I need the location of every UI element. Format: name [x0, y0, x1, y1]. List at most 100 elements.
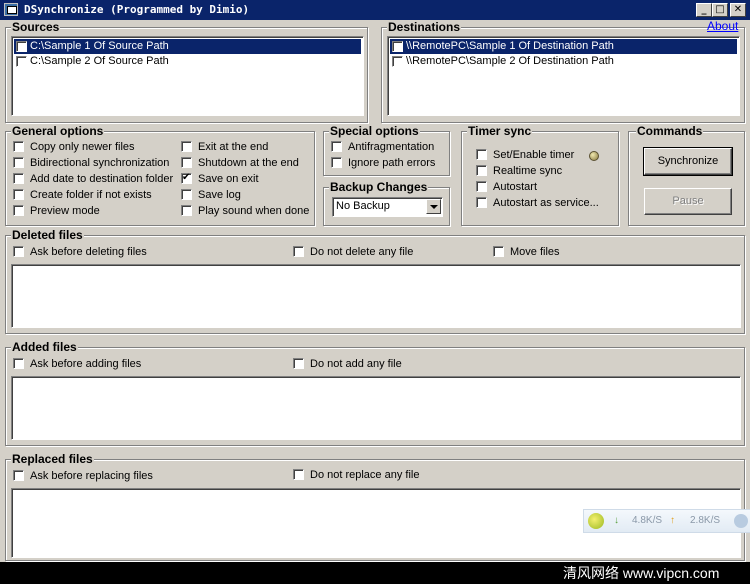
copy-newer-label: Copy only newer files: [30, 141, 135, 153]
autostart-checkbox[interactable]: [476, 181, 487, 192]
watermark-text: 清风网络 www.vipcn.com: [563, 565, 720, 581]
destination-item-checkbox[interactable]: [392, 56, 403, 67]
bidirectional-checkbox[interactable]: [13, 157, 24, 168]
save-on-exit-label: Save on exit: [198, 173, 259, 185]
do-not-delete-checkbox[interactable]: [293, 246, 304, 257]
deleted-files-title: Deleted files: [11, 228, 84, 242]
ask-before-adding-checkbox[interactable]: [13, 358, 24, 369]
pause-button[interactable]: Pause: [644, 188, 732, 215]
add-date-label: Add date to destination folder: [30, 173, 174, 185]
source-item-path: C:\Sample 1 Of Source Path: [30, 40, 169, 52]
timer-sync-title: Timer sync: [467, 124, 533, 138]
sources-title: Sources: [11, 20, 61, 34]
title-bar[interactable]: DSynchronize (Programmed by Dimio) _ □ ✕: [0, 0, 750, 20]
exit-at-end-label: Exit at the end: [198, 141, 269, 153]
do-not-replace-checkbox[interactable]: [293, 469, 304, 480]
source-item[interactable]: C:\Sample 2 Of Source Path: [14, 54, 361, 69]
destination-item-path: \\RemotePC\Sample 1 Of Destination Path: [406, 40, 614, 52]
save-log-checkbox[interactable]: [181, 189, 192, 200]
timer-icon[interactable]: [589, 151, 599, 161]
backup-changes-group: Backup Changes No Backup: [323, 180, 450, 226]
chevron-down-icon[interactable]: [426, 199, 441, 214]
copy-newer-checkbox[interactable]: [13, 141, 24, 152]
about-link[interactable]: About: [707, 19, 738, 33]
sources-group: Sources C:\Sample 1 Of Source Path C:\Sa…: [5, 20, 368, 123]
ignore-path-errors-label: Ignore path errors: [348, 157, 436, 169]
deleted-files-group: Deleted files Ask before deleting files …: [5, 228, 745, 334]
ask-before-deleting-checkbox[interactable]: [13, 246, 24, 257]
save-on-exit-checkbox[interactable]: [181, 171, 192, 185]
do-not-delete-label: Do not delete any file: [310, 246, 414, 258]
general-options-group: General options Copy only newer files Bi…: [5, 124, 315, 226]
autostart-label: Autostart: [493, 181, 538, 193]
deleted-files-list[interactable]: [11, 264, 741, 328]
backup-select-value: No Backup: [336, 200, 390, 212]
destinations-group: Destinations About \\RemotePC\Sample 1 O…: [381, 19, 745, 123]
browser-icon: [734, 514, 748, 528]
add-date-checkbox[interactable]: [13, 173, 24, 184]
app-icon: [4, 3, 18, 16]
ignore-path-errors-checkbox[interactable]: [331, 157, 342, 168]
ask-before-adding-label: Ask before adding files: [30, 358, 142, 370]
exit-at-end-checkbox[interactable]: [181, 141, 192, 152]
shutdown-label: Shutdown at the end: [198, 157, 299, 169]
destination-item[interactable]: \\RemotePC\Sample 2 Of Destination Path: [390, 54, 737, 69]
autostart-service-label: Autostart as service...: [493, 197, 599, 209]
set-timer-checkbox[interactable]: [476, 149, 487, 160]
upload-arrow-icon: ↑: [670, 515, 675, 526]
destination-item-path: \\RemotePC\Sample 2 Of Destination Path: [406, 55, 614, 67]
realtime-sync-checkbox[interactable]: [476, 165, 487, 176]
upload-speed: 2.8K/S: [690, 515, 721, 526]
create-folder-label: Create folder if not exists: [30, 189, 152, 201]
minimize-button[interactable]: _: [696, 3, 712, 17]
maximize-button[interactable]: □: [712, 3, 728, 17]
download-arrow-icon: ↓: [614, 515, 619, 526]
watermark-bar: 清风网络 www.vipcn.com: [0, 562, 750, 584]
replaced-files-title: Replaced files: [11, 452, 94, 466]
source-item-checkbox[interactable]: [16, 56, 27, 67]
special-options-group: Special options Antifragmentation Ignore…: [323, 124, 450, 176]
source-item[interactable]: C:\Sample 1 Of Source Path: [14, 39, 361, 54]
ask-before-replacing-label: Ask before replacing files: [30, 470, 153, 482]
move-files-label: Move files: [510, 246, 560, 258]
backup-select[interactable]: No Backup: [332, 197, 443, 217]
commands-group: Commands Synchronize Pause: [628, 124, 745, 226]
destination-item-checkbox[interactable]: [392, 41, 403, 52]
shutdown-checkbox[interactable]: [181, 157, 192, 168]
antifragmentation-checkbox[interactable]: [331, 141, 342, 152]
realtime-sync-label: Realtime sync: [493, 165, 563, 177]
ask-before-deleting-label: Ask before deleting files: [30, 246, 147, 258]
added-files-group: Added files Ask before adding files Do n…: [5, 340, 745, 446]
do-not-add-checkbox[interactable]: [293, 358, 304, 369]
sources-list[interactable]: C:\Sample 1 Of Source Path C:\Sample 2 O…: [11, 36, 364, 116]
window-title: DSynchronize (Programmed by Dimio): [24, 3, 250, 16]
close-button[interactable]: ✕: [730, 3, 746, 17]
destination-item[interactable]: \\RemotePC\Sample 1 Of Destination Path: [390, 39, 737, 54]
play-sound-checkbox[interactable]: [181, 205, 192, 216]
preview-mode-checkbox[interactable]: [13, 205, 24, 216]
create-folder-checkbox[interactable]: [13, 189, 24, 200]
autostart-service-checkbox[interactable]: [476, 197, 487, 208]
download-speed: 4.8K/S: [632, 515, 663, 526]
backup-changes-title: Backup Changes: [329, 180, 429, 194]
ask-before-replacing-checkbox[interactable]: [13, 470, 24, 481]
special-options-title: Special options: [329, 124, 420, 138]
general-options-title: General options: [11, 124, 105, 138]
accelerator-icon: [588, 513, 604, 529]
timer-sync-group: Timer sync Set/Enable timer Realtime syn…: [461, 124, 619, 226]
do-not-add-label: Do not add any file: [310, 358, 402, 370]
added-files-title: Added files: [11, 340, 78, 354]
preview-mode-label: Preview mode: [30, 205, 100, 217]
added-files-list[interactable]: [11, 376, 741, 440]
destinations-title: Destinations: [387, 20, 462, 34]
bidirectional-label: Bidirectional synchronization: [30, 157, 170, 169]
synchronize-button[interactable]: Synchronize: [643, 147, 733, 176]
move-files-checkbox[interactable]: [493, 246, 504, 257]
network-monitor[interactable]: ↓ 4.8K/S ↑ 2.8K/S: [583, 509, 750, 533]
destinations-list[interactable]: \\RemotePC\Sample 1 Of Destination Path …: [387, 36, 740, 116]
set-timer-label: Set/Enable timer: [493, 149, 575, 161]
commands-title: Commands: [636, 124, 704, 138]
source-item-path: C:\Sample 2 Of Source Path: [30, 55, 169, 67]
save-log-label: Save log: [198, 189, 241, 201]
source-item-checkbox[interactable]: [16, 41, 27, 52]
